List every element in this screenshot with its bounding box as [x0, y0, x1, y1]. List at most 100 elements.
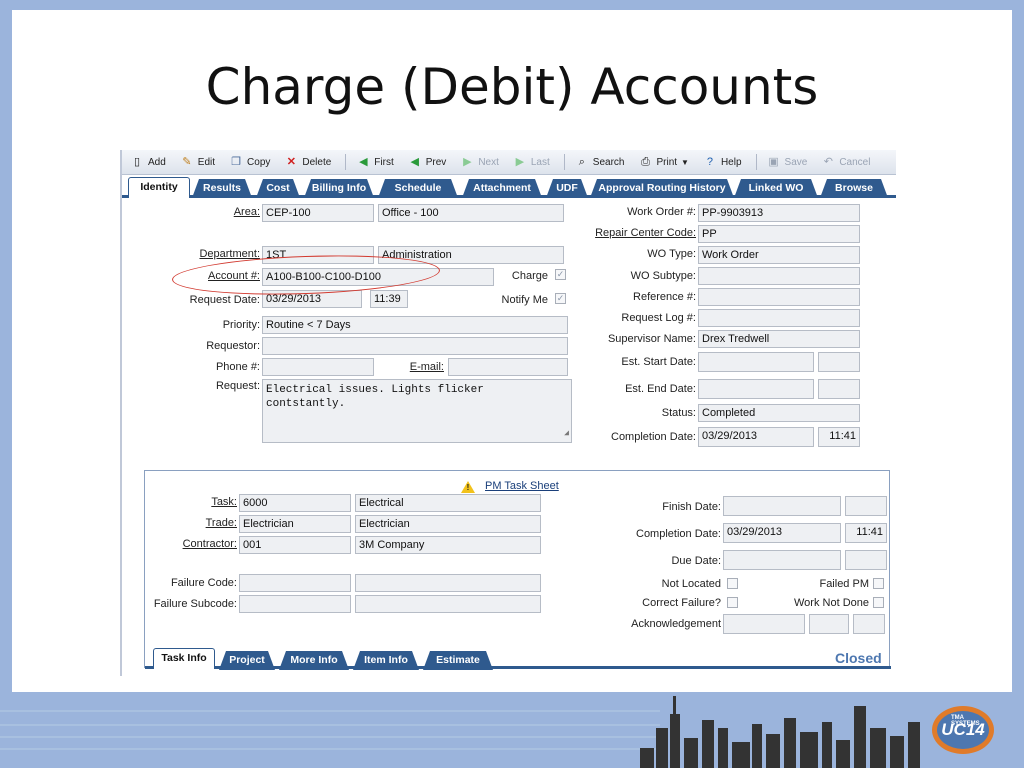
- est-start-time-field[interactable]: [818, 352, 860, 372]
- cancel-label: Cancel: [839, 156, 871, 168]
- pm-task-sheet-link[interactable]: PM Task Sheet: [485, 480, 559, 492]
- tab-billing-info[interactable]: Billing Info: [304, 179, 374, 198]
- repair-center-code-field[interactable]: PP: [698, 225, 860, 243]
- add-label: Add: [148, 156, 166, 168]
- toolbar-separator: [755, 154, 757, 170]
- due-time-field[interactable]: [845, 550, 887, 570]
- est-start-date-field[interactable]: [698, 352, 814, 372]
- pm-completion-date-field[interactable]: 03/29/2013: [723, 523, 841, 543]
- est-end-time-field[interactable]: [818, 379, 860, 399]
- task-code-field[interactable]: 6000: [239, 494, 351, 512]
- acknowledgement-date-field[interactable]: [809, 614, 849, 634]
- copy-button[interactable]: ❐ Copy: [229, 155, 270, 169]
- last-button[interactable]: ▶ Last: [513, 155, 550, 169]
- help-icon: ?: [706, 156, 714, 168]
- requestor-field[interactable]: [262, 337, 568, 355]
- tab-cost[interactable]: Cost: [256, 179, 300, 198]
- work-not-done-checkbox[interactable]: [873, 597, 884, 608]
- reference-field[interactable]: [698, 288, 860, 306]
- trade-code-field[interactable]: Electrician: [239, 515, 351, 533]
- wo-subtype-field[interactable]: [698, 267, 860, 285]
- notify-me-label: Notify Me: [501, 294, 548, 306]
- due-date-field[interactable]: [723, 550, 841, 570]
- resize-handle-icon[interactable]: ◢: [564, 427, 569, 441]
- chevron-down-icon: ▼: [681, 157, 689, 167]
- footer-line: [0, 748, 660, 750]
- status-field[interactable]: Completed: [698, 404, 860, 422]
- toolbar: ▯ Add ✎ Edit ❐ Copy ✕ Delete ◀ First ◀ Prev ▶ N…: [122, 150, 896, 175]
- tab-browse[interactable]: Browse: [820, 179, 888, 198]
- tab-task-info[interactable]: Task Info: [153, 648, 215, 669]
- tab-udf[interactable]: UDF: [546, 179, 588, 198]
- tab-results[interactable]: Results: [192, 179, 252, 198]
- tab-project[interactable]: Project: [219, 651, 275, 670]
- email-label[interactable]: E-mail:: [392, 361, 444, 373]
- area-name-field: Office - 100: [378, 204, 564, 222]
- work-not-done-label: Work Not Done: [794, 597, 869, 609]
- search-label: Search: [592, 156, 625, 168]
- repair-center-code-label[interactable]: Repair Center Code:: [568, 227, 696, 239]
- tab-linked-wo[interactable]: Linked WO: [734, 179, 818, 198]
- task-label[interactable]: Task:: [175, 496, 237, 508]
- failed-pm-label: Failed PM: [819, 578, 869, 590]
- acknowledgement-field[interactable]: [723, 614, 805, 634]
- charge-checkbox[interactable]: ✓: [555, 269, 566, 280]
- finish-time-field[interactable]: [845, 496, 887, 516]
- cancel-button[interactable]: ↶ Cancel: [821, 155, 871, 169]
- request-log-field[interactable]: [698, 309, 860, 327]
- tab-estimate[interactable]: Estimate: [423, 651, 493, 670]
- tab-item-info[interactable]: Item Info: [353, 651, 419, 670]
- first-button[interactable]: ◀ First: [356, 155, 394, 169]
- add-button[interactable]: ▯ Add: [130, 155, 166, 169]
- completion-date-field[interactable]: 03/29/2013: [698, 427, 814, 447]
- tab-more-info[interactable]: More Info: [279, 651, 349, 670]
- correct-failure-checkbox[interactable]: [727, 597, 738, 608]
- acknowledgement-time-field[interactable]: [853, 614, 885, 634]
- request-textarea[interactable]: Electrical issues. Lights flicker contst…: [262, 379, 572, 443]
- phone-field[interactable]: [262, 358, 374, 376]
- save-button[interactable]: ▣ Save: [767, 155, 807, 169]
- pm-completion-time-field[interactable]: 11:41: [845, 523, 887, 543]
- edit-button[interactable]: ✎ Edit: [180, 155, 215, 169]
- supervisor-field[interactable]: Drex Tredwell: [698, 330, 860, 348]
- tab-approval-routing-history[interactable]: Approval Routing History: [590, 179, 734, 198]
- contractor-code-field[interactable]: 001: [239, 536, 351, 554]
- tab-schedule[interactable]: Schedule: [378, 179, 458, 198]
- help-label: Help: [720, 156, 742, 168]
- save-icon: ▣: [768, 156, 779, 168]
- not-located-checkbox[interactable]: [727, 578, 738, 589]
- print-button[interactable]: ⎙ Print ▼: [638, 155, 689, 169]
- area-code-field[interactable]: CEP-100: [262, 204, 374, 222]
- toolbar-separator: [345, 154, 347, 170]
- prev-button[interactable]: ◀ Prev: [408, 155, 447, 169]
- help-button[interactable]: ? Help: [703, 155, 742, 169]
- task-name-field: Electrical: [355, 494, 541, 512]
- not-located-label: Not Located: [661, 578, 721, 590]
- area-label[interactable]: Area:: [212, 206, 260, 218]
- request-text: Electrical issues. Lights flicker contst…: [266, 384, 484, 410]
- contractor-label[interactable]: Contractor:: [165, 538, 237, 550]
- failed-pm-checkbox[interactable]: [873, 578, 884, 589]
- email-field[interactable]: [448, 358, 568, 376]
- est-end-date-field[interactable]: [698, 379, 814, 399]
- tab-attachment[interactable]: Attachment: [462, 179, 542, 198]
- prev-label: Prev: [425, 156, 447, 168]
- delete-button[interactable]: ✕ Delete: [284, 155, 332, 169]
- priority-field[interactable]: Routine < 7 Days: [262, 316, 568, 334]
- department-label[interactable]: Department:: [162, 248, 260, 260]
- completion-time-field[interactable]: 11:41: [818, 427, 860, 447]
- search-button[interactable]: ⌕ Search: [575, 155, 625, 169]
- request-time-field[interactable]: 11:39: [370, 290, 408, 308]
- notify-me-checkbox[interactable]: ✓: [555, 293, 566, 304]
- edit-label: Edit: [197, 156, 216, 168]
- trade-label[interactable]: Trade:: [175, 517, 237, 529]
- finish-date-field[interactable]: [723, 496, 841, 516]
- failure-code-field[interactable]: [239, 574, 351, 592]
- wo-type-field[interactable]: Work Order: [698, 246, 860, 264]
- tab-identity[interactable]: Identity: [128, 177, 190, 198]
- uc14-logo-small-text: TMA SYSTEMS: [951, 715, 980, 727]
- failure-subcode-field[interactable]: [239, 595, 351, 613]
- due-date-label: Due Date:: [671, 555, 721, 567]
- reference-label: Reference #:: [633, 291, 696, 303]
- next-button[interactable]: ▶ Next: [460, 155, 499, 169]
